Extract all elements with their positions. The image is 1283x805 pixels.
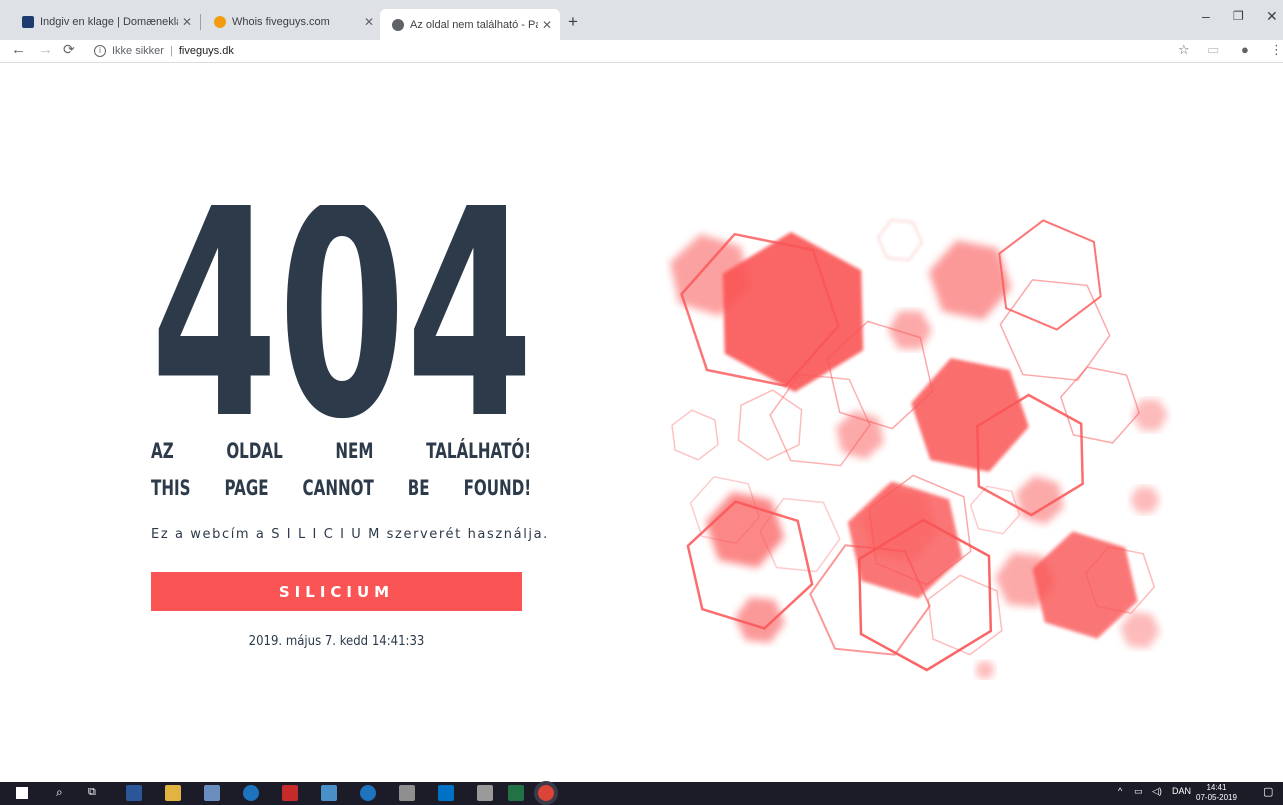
internet-explorer-icon[interactable] <box>243 785 259 801</box>
hexagon-shape <box>1016 475 1064 525</box>
whois-favicon-icon <box>214 16 226 28</box>
hexagon-shape <box>975 661 995 679</box>
clock-time: 14:41 <box>1206 783 1227 792</box>
menu-icon[interactable]: ⋮ <box>1270 42 1283 58</box>
hexagon-shape <box>999 279 1111 381</box>
headline-en-word: CANNOT <box>302 476 374 500</box>
windows-start-icon[interactable] <box>16 787 28 799</box>
info-icon[interactable]: i <box>94 45 106 57</box>
tab-title: Az oldal nem található - Page no <box>410 18 538 31</box>
hexagon-shape <box>998 219 1102 331</box>
hexagon-shape <box>928 240 1012 320</box>
headline-en-word: FOUND! <box>463 476 532 500</box>
headline-english: THIS PAGE CANNOT BE FOUND! <box>151 476 531 500</box>
close-icon[interactable]: ✕ <box>182 15 192 29</box>
outlook-icon[interactable] <box>438 785 454 801</box>
address-toolbar: ← → ⟳ i Ikke sikker | fiveguys.dk ☆ ▭ ● … <box>0 40 1283 63</box>
app-blue-icon[interactable] <box>321 785 337 801</box>
globe-icon <box>392 18 404 31</box>
silicium-button[interactable]: SILICIUM <box>151 572 522 611</box>
profile-icon[interactable]: ● <box>1241 42 1249 57</box>
hexagon-shape <box>1059 366 1141 444</box>
file-explorer-icon[interactable] <box>165 785 181 801</box>
close-icon[interactable]: ✕ <box>542 18 552 32</box>
headline-hu-word: NEM <box>335 439 374 463</box>
security-label: Ikke sikker <box>112 45 164 57</box>
star-icon[interactable]: ☆ <box>1178 42 1190 58</box>
chrome-icon[interactable] <box>538 785 554 801</box>
headline-en-word: PAGE <box>224 476 269 500</box>
headline-hu-word: AZ <box>151 439 174 463</box>
extension-icon[interactable]: ▭ <box>1207 42 1219 58</box>
chevron-up-icon[interactable]: ^ <box>1118 786 1122 796</box>
new-tab-button[interactable]: + <box>568 12 578 32</box>
error-code-text: 404 <box>151 205 534 420</box>
forward-arrow-icon[interactable]: → <box>38 41 53 58</box>
hexagon-shape <box>671 409 719 461</box>
excel-icon[interactable] <box>508 785 524 801</box>
minimize-icon[interactable]: – <box>1202 8 1210 24</box>
app-red-icon[interactable] <box>282 785 298 801</box>
tab-divider <box>200 14 201 30</box>
network-icon[interactable]: ▭ <box>1134 786 1143 797</box>
hexagon-shape <box>1130 487 1160 513</box>
headline-hungarian: AZ OLDAL NEM TALÁLHATÓ! <box>151 439 531 463</box>
tab-404-page[interactable]: Az oldal nem található - Page no ✕ <box>380 9 560 40</box>
headline-hu-word: TALÁLHATÓ! <box>426 439 532 463</box>
back-arrow-icon[interactable]: ← <box>11 41 26 58</box>
omnibox-divider: | <box>169 45 173 57</box>
current-datetime: 2019. május 7. kedd 14:41:33 <box>248 634 425 649</box>
close-window-icon[interactable]: ✕ <box>1266 8 1278 25</box>
windows-taskbar: ⌕ ⧉ ^ ▭ ◁) DAN 14:41 07-05-2019 ▢ <box>0 782 1283 805</box>
server-note: Ez a webcím a S I L I C I U M szerverét … <box>151 527 549 542</box>
domaeneklager-favicon-icon <box>22 16 34 28</box>
hexagon-shape <box>1120 611 1160 649</box>
hexagon-shape <box>735 597 785 643</box>
restore-icon[interactable]: ❐ <box>1233 9 1244 23</box>
clock-date: 07-05-2019 <box>1196 793 1237 802</box>
headline-en-word: THIS <box>151 476 191 500</box>
hexagon-shape <box>847 481 963 599</box>
search-icon[interactable]: ⌕ <box>56 785 63 800</box>
system-clock[interactable]: 14:41 07-05-2019 <box>1196 783 1237 803</box>
hexagon-illustration <box>665 200 1185 680</box>
tab-title: Indgiv en klage | Domæneklager <box>40 16 178 28</box>
hexagon-shape <box>722 232 864 392</box>
headline-hu-word: OLDAL <box>226 439 283 463</box>
app-gray-icon[interactable] <box>477 785 493 801</box>
tab-whois[interactable]: Whois fiveguys.com ✕ <box>202 9 382 35</box>
close-icon[interactable]: ✕ <box>364 15 374 29</box>
language-indicator[interactable]: DAN <box>1172 786 1191 796</box>
hexagon-shape <box>737 389 803 461</box>
tab-title: Whois fiveguys.com <box>232 16 330 28</box>
hexagon-shape <box>877 219 923 261</box>
remote-desktop-icon[interactable] <box>204 785 220 801</box>
paint-icon[interactable] <box>399 785 415 801</box>
tab-domaeneklager[interactable]: Indgiv en klage | Domæneklager ✕ <box>10 9 200 35</box>
task-view-icon[interactable]: ⧉ <box>88 786 96 799</box>
tab-strip: Indgiv en klage | Domæneklager ✕ Whois f… <box>0 0 1283 40</box>
headline-en-word: BE <box>407 476 430 500</box>
url-text[interactable]: fiveguys.dk <box>179 45 234 57</box>
volume-icon[interactable]: ◁) <box>1152 786 1162 797</box>
hexagon-shape <box>1132 399 1168 431</box>
omnibox[interactable]: i Ikke sikker | fiveguys.dk <box>94 42 234 60</box>
hexagon-shape <box>969 485 1021 535</box>
notification-icon[interactable]: ▢ <box>1263 785 1273 798</box>
reload-icon[interactable]: ⟳ <box>63 41 75 58</box>
edge-icon[interactable] <box>360 785 376 801</box>
hexagon-shape <box>836 410 884 460</box>
word-icon[interactable] <box>126 785 142 801</box>
error-code: 404 <box>150 146 535 483</box>
